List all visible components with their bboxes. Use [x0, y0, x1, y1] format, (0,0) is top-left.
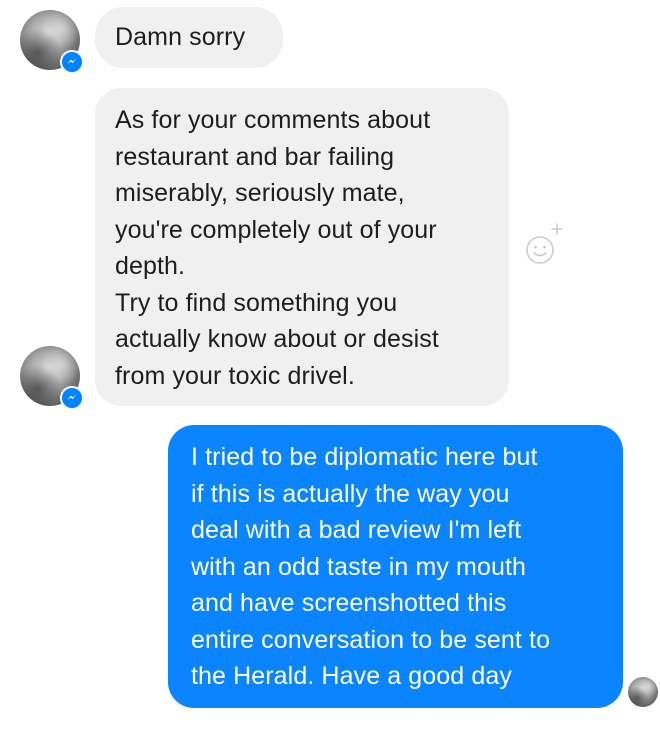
chat-thread: Damn sorry As for your comments about re… — [0, 0, 660, 729]
add-reaction-icon[interactable] — [520, 220, 564, 264]
incoming-message[interactable]: Damn sorry — [95, 7, 283, 68]
messenger-icon — [60, 50, 84, 74]
outgoing-message[interactable]: I tried to be diplomatic here but if thi… — [168, 425, 623, 708]
incoming-message[interactable]: As for your comments about restaurant an… — [95, 88, 509, 406]
avatar-photo — [628, 677, 658, 707]
read-receipt-avatar — [628, 677, 658, 707]
messenger-icon — [60, 386, 84, 410]
